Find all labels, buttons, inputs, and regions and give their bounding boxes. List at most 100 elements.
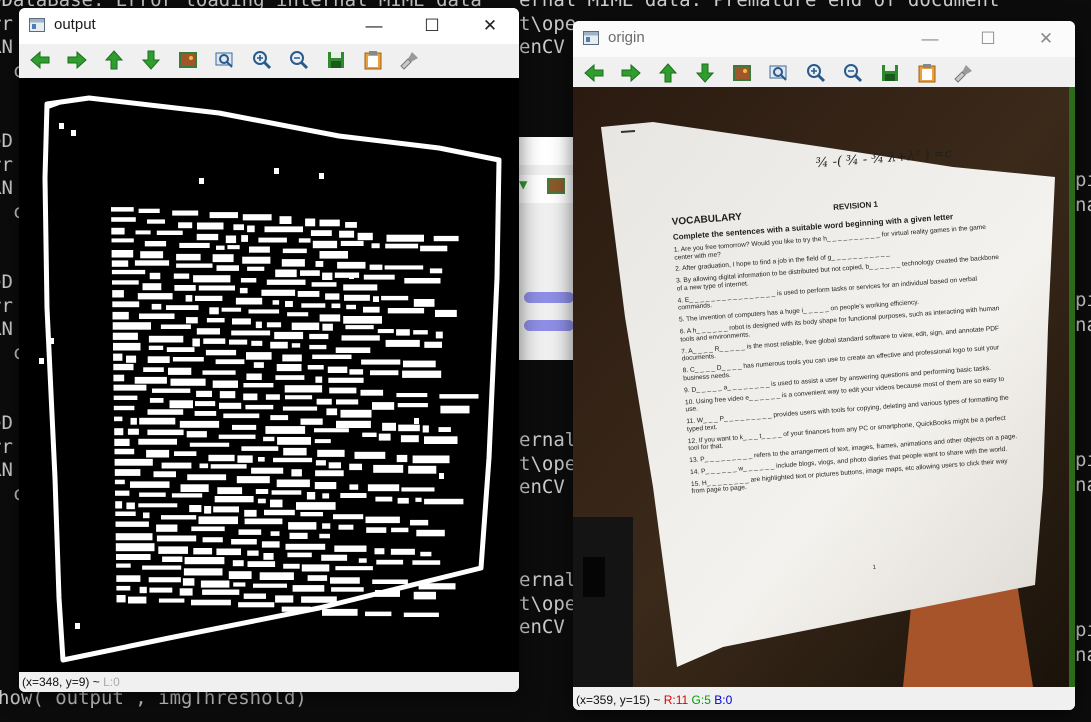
terminal-line: eD (0, 271, 13, 293)
text-blob (115, 543, 155, 552)
title-bar[interactable]: output — ☐ ✕ (19, 8, 519, 44)
arrow-left-icon[interactable] (27, 48, 53, 72)
text-blob (270, 499, 283, 508)
zoom-out-icon[interactable] (286, 48, 312, 72)
arrow-right-icon[interactable] (618, 61, 644, 85)
text-blob (199, 463, 209, 469)
origin-image[interactable]: ¾ -( ¾ - ¾ λ+λ² ) =c VOCABULARY REVISION… (573, 87, 1075, 687)
brush-icon[interactable] (951, 61, 977, 85)
arrow-left-icon[interactable] (581, 61, 607, 85)
maximize-button[interactable]: ☐ (959, 21, 1017, 57)
text-blob (398, 424, 420, 432)
text-blob (413, 330, 428, 335)
text-blob (416, 529, 445, 537)
text-blob (281, 259, 305, 267)
title-bar[interactable]: origin — ☐ ✕ (573, 21, 1075, 57)
text-blob (219, 391, 236, 399)
toolbar (19, 44, 519, 78)
clipboard-icon[interactable] (914, 61, 940, 85)
text-blob (143, 512, 150, 519)
text-blob (231, 539, 257, 545)
noise-speck (274, 168, 279, 174)
text-blob (378, 433, 391, 441)
text-blob (172, 210, 199, 216)
brush-icon[interactable] (397, 48, 423, 72)
image-icon[interactable] (175, 48, 201, 72)
text-blob (346, 304, 356, 310)
text-blob (112, 280, 139, 285)
arrow-up-icon[interactable] (101, 48, 127, 72)
text-blob (284, 385, 323, 393)
text-blob (319, 533, 330, 539)
close-button[interactable]: ✕ (461, 8, 519, 44)
text-blob (331, 303, 341, 309)
save-icon[interactable] (323, 48, 349, 72)
terminal-line: rr (0, 153, 13, 176)
zoom-fit-icon[interactable] (766, 61, 792, 85)
zoom-in-icon[interactable] (249, 48, 275, 72)
text-blob (198, 516, 238, 525)
text-blob (243, 393, 258, 401)
terminal-line: RN (0, 36, 13, 58)
arrow-up-icon[interactable] (655, 61, 681, 85)
text-blob (200, 580, 230, 588)
text-blob (166, 305, 199, 310)
text-blob (202, 537, 223, 543)
text-blob (247, 225, 255, 233)
text-blob (291, 343, 301, 348)
terminal-line: RN (0, 459, 13, 481)
text-blob (391, 527, 409, 533)
text-blob (115, 533, 153, 541)
text-blob (390, 548, 415, 555)
threshold-image[interactable] (19, 78, 519, 672)
arrow-down-icon[interactable] (692, 61, 718, 85)
image-icon[interactable] (729, 61, 755, 85)
close-button[interactable]: ✕ (1017, 21, 1075, 57)
text-blob (235, 297, 263, 305)
text-blob (270, 531, 280, 536)
text-blob (214, 496, 254, 503)
text-blob (149, 587, 173, 593)
text-blob (314, 439, 331, 444)
text-blob (209, 307, 219, 315)
text-blob (322, 272, 333, 280)
text-blob (244, 518, 283, 525)
clipboard-icon[interactable] (360, 48, 386, 72)
text-blob (309, 333, 329, 340)
text-blob (349, 463, 362, 471)
zoom-fit-icon[interactable] (212, 48, 238, 72)
minimize-button[interactable]: — (345, 8, 403, 44)
save-icon[interactable] (877, 61, 903, 85)
text-blob (397, 403, 428, 408)
zoom-out-icon[interactable] (840, 61, 866, 85)
text-blob (172, 357, 204, 362)
text-blob (195, 295, 223, 301)
text-blob (112, 301, 140, 308)
text-blob (144, 241, 167, 247)
text-blob (384, 265, 424, 270)
text-blob (376, 559, 404, 565)
minimize-button[interactable]: — (901, 21, 959, 57)
arrow-down-icon[interactable] (138, 48, 164, 72)
maximize-button[interactable]: ☐ (403, 8, 461, 44)
text-blob (219, 402, 242, 409)
noise-speck (439, 473, 444, 479)
text-blob (275, 595, 294, 603)
text-blob (343, 284, 378, 291)
text-blob (114, 479, 125, 485)
text-blob (287, 552, 312, 558)
text-blob (317, 449, 345, 457)
text-blob (315, 376, 323, 383)
zoom-in-icon[interactable] (803, 61, 829, 85)
text-blob (140, 251, 164, 259)
text-blob (322, 523, 331, 529)
text-blob (158, 546, 188, 554)
text-blob (291, 469, 302, 477)
text-blob (238, 529, 262, 535)
noise-speck (75, 623, 80, 629)
text-blob (322, 608, 358, 616)
text-blob (218, 434, 256, 439)
text-blob (259, 572, 294, 580)
text-blob (258, 457, 265, 462)
arrow-right-icon[interactable] (64, 48, 90, 72)
